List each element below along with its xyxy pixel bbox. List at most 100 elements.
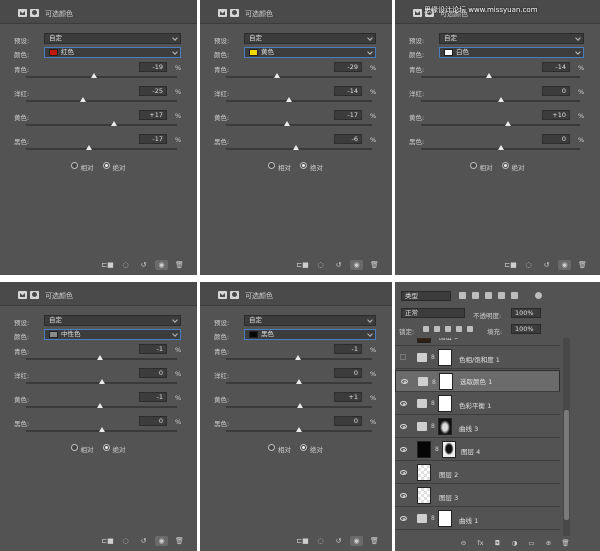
layers-scrollbar[interactable] [563,338,570,536]
mask-icon[interactable]: ◘ [491,538,504,548]
fill-input[interactable]: 100% [511,324,541,334]
radio-absolute[interactable] [501,162,509,169]
slider-value-input-1[interactable]: -29 [334,62,362,72]
eye-icon[interactable] [401,379,408,384]
layer-mask-thumbnail[interactable] [438,349,452,366]
radio-relative[interactable] [268,162,275,169]
filter-toggle-icon[interactable] [535,292,542,299]
slider-thumb[interactable] [86,145,93,150]
visibility-icon[interactable]: ◉ [155,260,168,270]
slider-track[interactable] [421,124,580,126]
slider-value-input-1[interactable]: -14 [542,62,570,72]
view-previous-icon[interactable]: ◌ [119,260,132,270]
slider-track[interactable] [226,100,372,102]
lock-position-icon[interactable] [445,326,451,332]
clip-to-layer-icon[interactable]: ⊏■ [296,260,309,270]
slider-value-input-2[interactable]: -25 [139,86,167,96]
slider-thumb[interactable] [293,145,300,150]
type-filter-icon[interactable] [485,292,492,299]
layer-row[interactable]: 图层 2 [395,462,560,484]
layer-row[interactable]: 8 图层 4 [395,439,560,461]
slider-value-input-3[interactable]: +10 [542,110,570,120]
slider-track[interactable] [226,76,372,78]
lock-transparency-icon[interactable] [423,326,429,332]
view-previous-icon[interactable]: ◌ [522,260,535,270]
slider-thumb[interactable] [497,145,504,150]
trash-icon[interactable]: 🗑 [559,538,572,548]
lock-image-icon[interactable] [434,326,440,332]
slider-thumb[interactable] [98,427,105,432]
layer-mask-icon[interactable] [230,9,239,17]
color-dropdown[interactable]: 中性色 [44,329,181,340]
visibility-toggle[interactable] [400,354,406,360]
slider-thumb[interactable] [80,97,87,102]
view-previous-icon[interactable]: ◌ [314,536,327,546]
delete-icon[interactable]: 🗑 [173,260,186,270]
slider-thumb[interactable] [285,97,292,102]
slider-thumb[interactable] [296,427,302,432]
slider-thumb[interactable] [96,403,103,408]
clip-to-layer-icon[interactable]: ⊏■ [101,260,114,270]
eye-icon[interactable] [400,493,407,498]
eye-icon[interactable] [400,470,407,475]
color-dropdown[interactable]: 红色 [44,47,181,58]
slider-thumb[interactable] [98,379,105,384]
slider-value-input-1[interactable]: -1 [334,344,362,354]
slider-value-input-1[interactable]: -1 [139,344,167,354]
pixel-filter-icon[interactable] [459,292,466,299]
preset-dropdown[interactable]: 自定 [244,315,376,326]
visibility-icon[interactable]: ◉ [155,536,168,546]
radio-absolute[interactable] [300,444,307,451]
slider-track[interactable] [226,124,372,126]
layer-row[interactable]: 8 色相/饱和度 1 [395,347,560,369]
clip-to-layer-icon[interactable]: ⊏■ [296,536,309,546]
slider-value-input-2[interactable]: 0 [139,368,167,378]
slider-value-input-3[interactable]: +1 [334,392,362,402]
delete-icon[interactable]: 🗑 [368,536,381,546]
eye-icon[interactable] [400,424,407,429]
slider-thumb[interactable] [486,73,493,78]
smart-filter-icon[interactable] [511,292,518,299]
slider-thumb[interactable] [96,355,103,360]
lock-artboard-icon[interactable] [456,326,462,332]
slider-thumb[interactable] [296,379,302,384]
visibility-icon[interactable]: ◉ [350,536,363,546]
delete-icon[interactable]: 🗑 [368,260,381,270]
layer-mask-thumbnail[interactable] [439,373,453,390]
color-dropdown[interactable]: 黄色 [244,47,376,58]
preset-dropdown[interactable]: 自定 [439,33,584,44]
view-previous-icon[interactable]: ◌ [314,260,327,270]
layer-filter-dropdown[interactable]: 类型 [401,291,451,301]
layer-row[interactable]: 8 选取颜色 1 [395,370,560,392]
radio-relative[interactable] [469,162,477,169]
slider-thumb[interactable] [110,121,117,126]
clip-to-layer-icon[interactable]: ⊏■ [101,536,114,546]
eye-icon[interactable] [400,401,407,406]
visibility-icon[interactable]: ◉ [558,260,571,270]
slider-value-input-2[interactable]: 0 [542,86,570,96]
slider-thumb[interactable] [505,121,512,126]
view-previous-icon[interactable]: ◌ [119,536,132,546]
fx-icon[interactable]: fx [474,538,487,548]
slider-track[interactable] [26,148,177,150]
slider-value-input-3[interactable]: -1 [139,392,167,402]
reset-icon[interactable]: ↺ [137,260,150,270]
slider-value-input-2[interactable]: 0 [334,368,362,378]
reset-icon[interactable]: ↺ [540,260,553,270]
radio-absolute[interactable] [102,162,110,169]
slider-thumb[interactable] [497,97,504,102]
slider-value-input-4[interactable]: 0 [139,416,167,426]
slider-value-input-4[interactable]: 0 [334,416,362,426]
opacity-input[interactable]: 100% [511,308,541,318]
radio-absolute[interactable] [102,444,110,451]
scrollbar-thumb[interactable] [564,410,569,520]
layer-thumbnail[interactable] [417,464,431,481]
radio-relative[interactable] [70,162,78,169]
slider-track[interactable] [421,76,580,78]
eye-icon[interactable] [400,516,407,521]
layer-thumbnail[interactable] [417,487,431,504]
layer-row[interactable]: 图层 3 [395,485,560,507]
slider-value-input-4[interactable]: -6 [334,134,362,144]
lock-all-icon[interactable] [467,326,473,332]
slider-track[interactable] [26,124,177,126]
